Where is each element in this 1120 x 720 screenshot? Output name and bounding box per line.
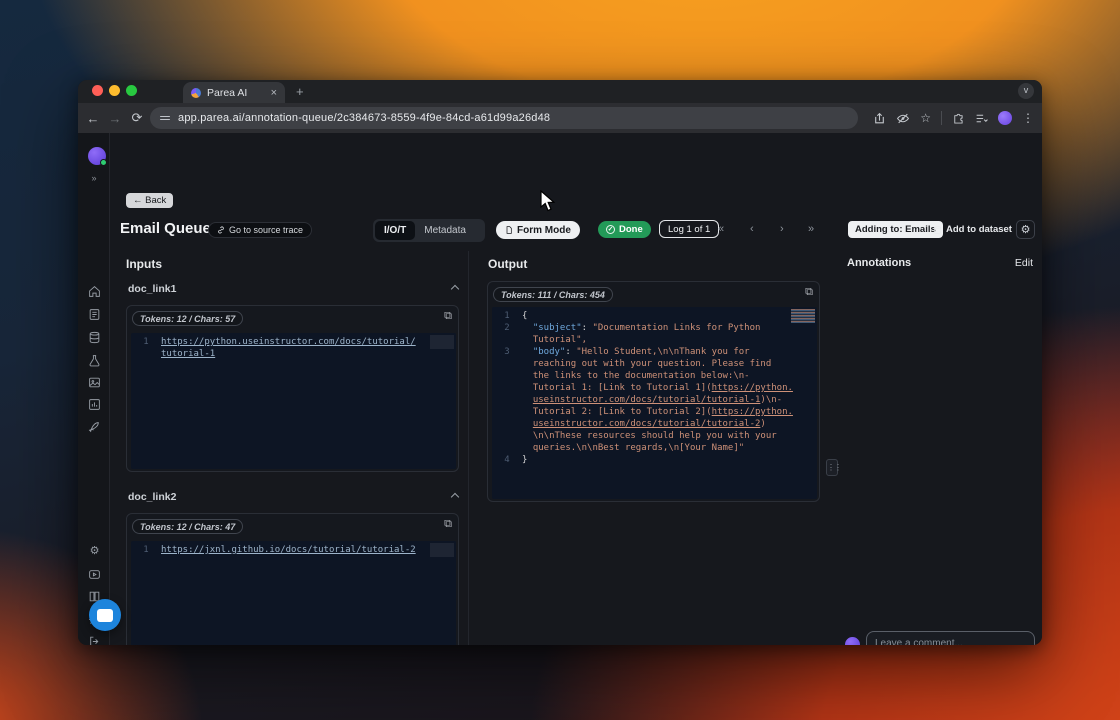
- home-icon[interactable]: [88, 285, 101, 298]
- comment-box: Submit: [866, 631, 1035, 645]
- tab-iot[interactable]: I/O/T: [375, 221, 415, 240]
- panel-resize-handle[interactable]: ⋮⋮: [826, 459, 838, 476]
- browser-tab[interactable]: Parea AI ×: [183, 82, 285, 103]
- browser-window: Parea AI × + v ← → ⟳ app.parea.ai/annota…: [78, 80, 1042, 645]
- experiments-icon[interactable]: [88, 354, 101, 367]
- dashboard-icon[interactable]: [88, 398, 101, 411]
- tab-title: Parea AI: [207, 87, 247, 99]
- output-card: Tokens: 111 / Chars: 454 ⧉ 1{2 "subject"…: [487, 281, 820, 502]
- form-mode-button[interactable]: Form Mode: [496, 221, 580, 239]
- copy-icon[interactable]: ⧉: [805, 286, 813, 299]
- inputs-title: Inputs: [126, 257, 162, 271]
- parea-app: » ⚙ ← Back Email Queue Go to source trac…: [78, 133, 1042, 645]
- copy-icon[interactable]: ⧉: [444, 310, 452, 323]
- desktop-wallpaper: Parea AI × + v ← → ⟳ app.parea.ai/annota…: [0, 0, 1120, 720]
- reload-icon[interactable]: ⟳: [126, 110, 148, 126]
- browser-menu-icon[interactable]: ⋮: [1022, 111, 1034, 125]
- eye-off-icon[interactable]: [896, 112, 910, 125]
- input-section-name: doc_link2: [128, 491, 176, 503]
- datasets-icon[interactable]: [88, 331, 101, 344]
- tokens-badge: Tokens: 12 / Chars: 47: [132, 519, 243, 534]
- tab-list-chevron-icon[interactable]: v: [1018, 83, 1034, 99]
- dataset-icon: [933, 225, 942, 235]
- minimize-window-button[interactable]: [109, 85, 120, 96]
- comment-input[interactable]: [875, 638, 1025, 645]
- input-card-doc_link1: Tokens: 12 / Chars: 57 ⧉ 1https://python…: [126, 305, 459, 472]
- new-tab-button[interactable]: +: [296, 84, 304, 99]
- adding-to-button[interactable]: Adding to: Emails: [848, 221, 943, 238]
- view-tab-group: I/O/T Metadata: [373, 219, 485, 242]
- link-icon: [217, 226, 225, 234]
- browser-profile-avatar[interactable]: [998, 111, 1012, 125]
- browser-tabstrip: Parea AI × + v: [78, 80, 1042, 103]
- check-circle-icon: ✓: [606, 225, 615, 234]
- code-editor-doc_link2[interactable]: 1https://jxnl.github.io/docs/tutorial/tu…: [131, 541, 456, 645]
- parea-favicon: [191, 88, 201, 98]
- toolbar-separator: [941, 111, 942, 125]
- close-tab-icon[interactable]: ×: [271, 87, 277, 99]
- tab-metadata[interactable]: Metadata: [415, 221, 475, 240]
- page-title: Email Queue: [120, 220, 211, 237]
- last-log-icon[interactable]: »: [808, 224, 814, 235]
- app-sidebar: » ⚙: [78, 133, 110, 645]
- zoom-window-button[interactable]: [126, 85, 137, 96]
- expand-sidebar-icon[interactable]: »: [78, 173, 110, 183]
- gallery-icon[interactable]: [88, 376, 101, 389]
- code-editor-doc_link1[interactable]: 1https://python.useinstructor.com/docs/t…: [131, 333, 456, 469]
- back-nav-icon[interactable]: ←: [82, 111, 104, 126]
- file-icon: [505, 225, 513, 235]
- extensions-puzzle-icon[interactable]: [952, 112, 965, 125]
- next-log-icon[interactable]: ›: [780, 224, 784, 235]
- tutorials-video-icon[interactable]: [88, 568, 101, 581]
- edit-annotations-link[interactable]: Edit: [1003, 257, 1033, 269]
- done-button[interactable]: ✓ Done: [598, 221, 651, 238]
- user-avatar[interactable]: [88, 147, 106, 165]
- annotations-title: Annotations: [847, 257, 911, 269]
- close-window-button[interactable]: [92, 85, 103, 96]
- collapse-chevron-icon[interactable]: [452, 284, 459, 291]
- logout-icon[interactable]: [88, 635, 101, 645]
- first-log-icon[interactable]: «: [718, 224, 724, 235]
- prev-log-icon[interactable]: ‹: [750, 224, 754, 235]
- deploy-rocket-icon[interactable]: [88, 421, 101, 434]
- copy-icon[interactable]: ⧉: [444, 518, 452, 531]
- site-settings-icon[interactable]: [160, 116, 170, 121]
- settings-gear-icon[interactable]: ⚙: [88, 545, 101, 558]
- editor-minimap: [430, 335, 454, 349]
- logs-icon[interactable]: [88, 308, 101, 321]
- queue-settings-button[interactable]: ⚙: [1016, 220, 1035, 239]
- back-button[interactable]: ← Back: [126, 193, 173, 208]
- bookmark-star-icon[interactable]: ☆: [920, 111, 931, 125]
- collapse-chevron-icon[interactable]: [452, 492, 459, 499]
- input-card-doc_link2: Tokens: 12 / Chars: 47 ⧉ 1https://jxnl.g…: [126, 513, 459, 645]
- code-editor-output[interactable]: 1{2 "subject": "Documentation Links for …: [492, 307, 817, 499]
- editor-minimap: [791, 309, 815, 323]
- column-divider: [468, 251, 469, 645]
- log-counter-button[interactable]: Log 1 of 1: [659, 220, 719, 238]
- forward-nav-icon[interactable]: →: [104, 111, 126, 126]
- url-text: app.parea.ai/annotation-queue/2c384673-8…: [178, 112, 550, 124]
- mouse-cursor: [540, 190, 557, 213]
- url-bar[interactable]: app.parea.ai/annotation-queue/2c384673-8…: [150, 107, 858, 129]
- online-status-dot: [100, 159, 107, 166]
- go-to-source-trace-button[interactable]: Go to source trace: [208, 222, 312, 238]
- tokens-badge: Tokens: 12 / Chars: 57: [132, 311, 243, 326]
- chat-bubble-icon: [97, 609, 113, 622]
- tokens-badge: Tokens: 111 / Chars: 454: [493, 287, 613, 302]
- editor-minimap: [430, 543, 454, 557]
- browser-toolbar: ← → ⟳ app.parea.ai/annotation-queue/2c38…: [78, 103, 1042, 133]
- output-title: Output: [488, 257, 527, 271]
- add-to-dataset-button[interactable]: Add to dataset: [933, 221, 1012, 238]
- chat-launcher-button[interactable]: [89, 599, 121, 631]
- reading-list-icon[interactable]: [975, 112, 988, 125]
- input-section-name: doc_link1: [128, 283, 176, 295]
- share-icon[interactable]: [873, 112, 886, 125]
- comment-avatar: [845, 637, 860, 645]
